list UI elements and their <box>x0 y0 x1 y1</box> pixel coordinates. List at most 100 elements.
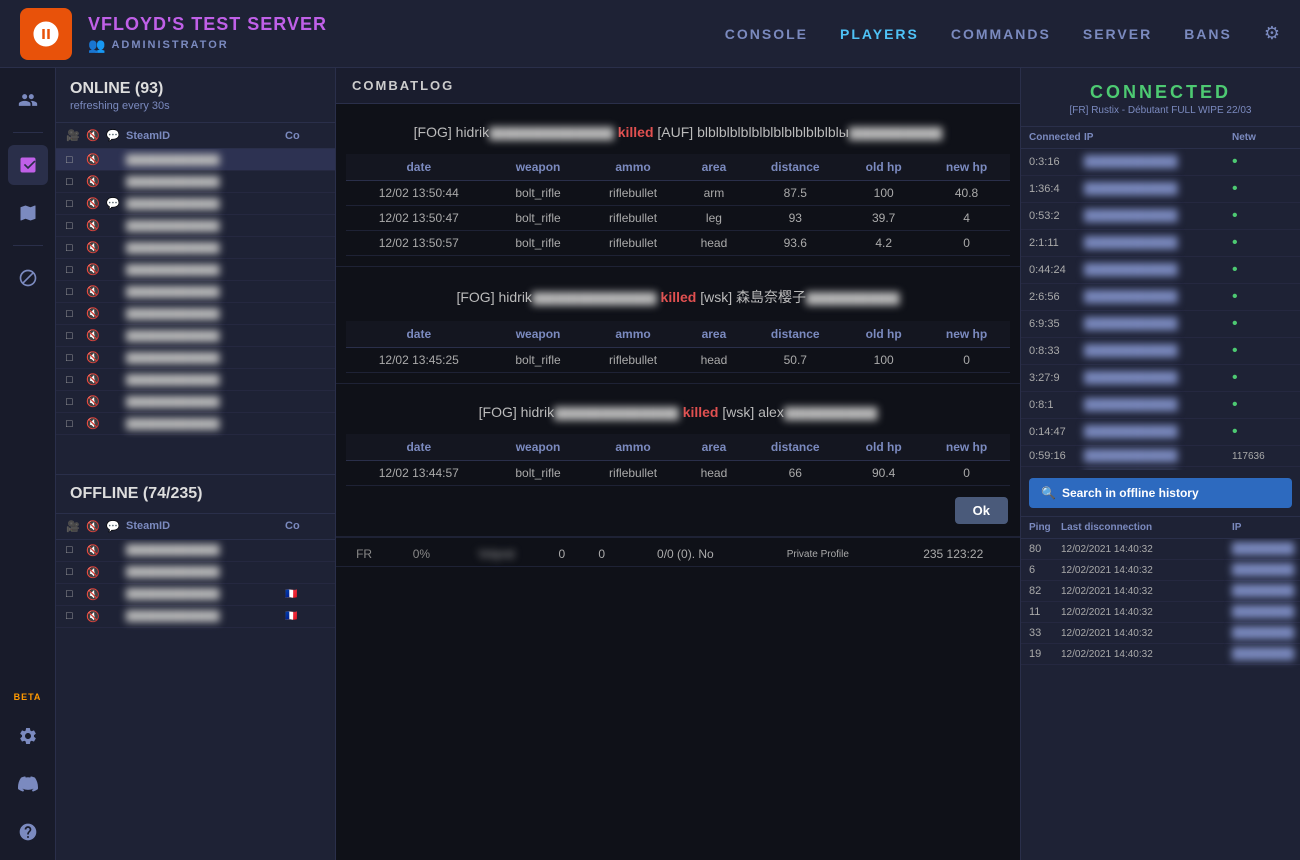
kill-row: 12/02 13:45:25 bolt_rifle riflebullet he… <box>346 348 1010 373</box>
right-player-row[interactable]: 3:27:9 ████████████ • <box>1021 365 1300 392</box>
col-steamid2: SteamID <box>126 520 285 532</box>
player-row[interactable]: □🔇 ████████████ <box>56 325 335 347</box>
th-distance: distance <box>746 154 844 181</box>
offline-player-row[interactable]: □🔇 ████████████ 🇫🇷 <box>56 584 335 606</box>
offline-player-row[interactable]: □🔇 ████████████ <box>56 540 335 562</box>
player-row[interactable]: □🔇 ████████████ <box>56 303 335 325</box>
offline-right-player-row[interactable]: 11 12/02/2021 14:40:32 ████████ <box>1021 602 1300 623</box>
player-row[interactable]: □🔇 ████████████ <box>56 237 335 259</box>
td-area: arm <box>682 181 747 206</box>
offline-right-player-row[interactable]: 33 12/02/2021 14:40:32 ████████ <box>1021 623 1300 644</box>
player-panel: ONLINE (93) refreshing every 30s 🎥 🔇 💬 S… <box>56 68 336 860</box>
th-area: area <box>682 154 747 181</box>
role-label: ADMINISTRATOR <box>111 39 228 51</box>
col-cam: 🎥 <box>66 129 86 142</box>
right-player-row[interactable]: 2:6:56 ████████████ • <box>1021 284 1300 311</box>
player-ip: ████████████ <box>1084 156 1232 168</box>
bottom-row: FR 0% Volynd 0 0 0/0 (0). No Private Pro… <box>336 542 1020 567</box>
offline-right-player-row[interactable]: 80 12/02/2021 14:40:32 ████████ <box>1021 539 1300 560</box>
sidebar-icon-map[interactable] <box>8 193 48 233</box>
sidebar-icon-help[interactable] <box>8 812 48 852</box>
search-offline-button[interactable]: 🔍 Search in offline history <box>1029 478 1292 508</box>
player-name: ████████████ <box>126 154 285 166</box>
player-name: ████████████ <box>126 588 285 600</box>
sidebar-icon-discord[interactable] <box>8 764 48 804</box>
player-row[interactable]: □🔇 ████████████ <box>56 369 335 391</box>
player-name: ████████████ <box>126 418 285 430</box>
player-row[interactable]: □🔇 ████████████ <box>56 281 335 303</box>
netw-indicator: • <box>1232 153 1292 171</box>
kill-table-3: date weapon ammo area distance old hp ne… <box>346 434 1010 486</box>
player-name: ████████████ <box>126 396 285 408</box>
player-name: ████████████ <box>126 544 285 556</box>
main-layout: BETA ONLINE (93) refreshing every 30s 🎥 … <box>0 68 1300 860</box>
nav-console[interactable]: CONSOLE <box>725 26 808 42</box>
player-row[interactable]: □🔇💬 ████████████ <box>56 193 335 215</box>
player-row[interactable]: □🔇 ████████████ <box>56 215 335 237</box>
player-row[interactable]: □🔇 ████████████ <box>56 347 335 369</box>
right-player-row[interactable]: 6:9:35 ████████████ • <box>1021 311 1300 338</box>
offline-right-player-row[interactable]: 82 12/02/2021 14:40:32 ████████ <box>1021 581 1300 602</box>
td-weapon: bolt_rifle <box>492 181 585 206</box>
kill-table-2: date weapon ammo area distance old hp ne… <box>346 321 1010 373</box>
kill-headline-2: [FOG] hidrik████████████████ killed [wsk… <box>346 287 1010 307</box>
offline-section-header: OFFLINE (74/235) <box>56 474 335 507</box>
connected-header: CONNECTED [FR] Rustix - Débutant FULL WI… <box>1021 68 1300 120</box>
right-player-row[interactable]: 0:53:2 ████████████ • <box>1021 203 1300 230</box>
right-player-row[interactable]: 0:14:47 ████████████ • <box>1021 419 1300 446</box>
right-player-row[interactable]: 0:59:16 ████████████ 117636 <box>1021 446 1300 467</box>
player-row[interactable]: □🔇 ████████████ <box>56 259 335 281</box>
right-player-row[interactable]: 0:8:1 ████████████ • <box>1021 392 1300 419</box>
kill-headline-3: [FOG] hidrik████████████████ killed [wsk… <box>346 404 1010 420</box>
ping-val: 80 <box>1029 543 1061 555</box>
attacker-3: [FOG] hidrik████████████████ <box>479 404 679 420</box>
oth-ping: Ping <box>1029 522 1061 533</box>
player-row[interactable]: □ 🔇 ████████████ <box>56 149 335 171</box>
ok-button[interactable]: Ok <box>955 497 1008 524</box>
nav-players[interactable]: PLAYERS <box>840 26 919 42</box>
offline-right-player-list: 80 12/02/2021 14:40:32 ████████ 6 12/02/… <box>1021 539 1300 860</box>
app-logo <box>20 8 72 60</box>
col-mute-val: 🔇 <box>86 153 106 166</box>
col-chat2: 💬 <box>106 520 126 533</box>
oth-ip: IP <box>1232 522 1292 533</box>
sidebar-icon-players[interactable] <box>8 80 48 120</box>
rth-connected: Connected <box>1029 132 1084 143</box>
player-name: ████████████ <box>126 374 285 386</box>
th-ammo: ammo <box>585 154 682 181</box>
offline-player-row[interactable]: □🔇 ████████████ 🇫🇷 <box>56 606 335 628</box>
player-row[interactable]: □🔇 ████████████ <box>56 171 335 193</box>
combatlog-area: COMBATLOG [FOG] hidrik████████████████ k… <box>336 68 1020 860</box>
col-chat: 💬 <box>106 129 126 142</box>
right-player-row[interactable]: 0:3:16 ████████████ • <box>1021 149 1300 176</box>
online-player-list: □ 🔇 ████████████ □🔇 ████████████ □🔇💬 ███… <box>56 149 335 470</box>
kill-block-3: [FOG] hidrik████████████████ killed [wsk… <box>336 384 1020 537</box>
killed-word-2: killed <box>661 289 701 305</box>
col-co2: Co <box>285 520 325 532</box>
player-name: ████████████ <box>126 352 285 364</box>
player-row[interactable]: □🔇 ████████████ <box>56 391 335 413</box>
nav-commands[interactable]: COMMANDS <box>951 26 1051 42</box>
sidebar-icon-combat[interactable] <box>8 145 48 185</box>
th-newhp: new hp <box>923 154 1010 181</box>
nav-bans[interactable]: BANS <box>1184 26 1232 42</box>
sidebar-icon-ban[interactable] <box>8 258 48 298</box>
th-weapon: weapon <box>492 154 585 181</box>
right-player-row[interactable]: 1:36:4 ████████████ • <box>1021 176 1300 203</box>
connected-sub: [FR] Rustix - Débutant FULL WIPE 22/03 <box>1031 105 1290 116</box>
nav-server[interactable]: SERVER <box>1083 26 1152 42</box>
right-player-row[interactable]: 0:8:33 ████████████ • <box>1021 338 1300 365</box>
sidebar-icon-settings[interactable] <box>8 716 48 756</box>
right-player-row[interactable]: 0:44:24 ████████████ • <box>1021 257 1300 284</box>
kill-row: 12/02 13:50:44 bolt_rifle riflebullet ar… <box>346 181 1010 206</box>
offline-player-row[interactable]: □🔇 ████████████ <box>56 562 335 584</box>
kill-block-1: [FOG] hidrik████████████████ killed [AUF… <box>336 104 1020 267</box>
player-row[interactable]: □🔇 ████████████ <box>56 413 335 435</box>
right-player-row[interactable]: 1:55:49 ████████████ • <box>1021 467 1300 470</box>
offline-right-player-row[interactable]: 6 12/02/2021 14:40:32 ████████ <box>1021 560 1300 581</box>
offline-right-player-row[interactable]: 19 12/02/2021 14:40:32 ████████ <box>1021 644 1300 665</box>
share-icon[interactable]: ⚙ <box>1264 23 1280 44</box>
right-player-row[interactable]: 2:1:11 ████████████ • <box>1021 230 1300 257</box>
online-subtitle: refreshing every 30s <box>70 100 321 112</box>
lastdc-val: 12/02/2021 14:40:32 <box>1061 544 1232 555</box>
